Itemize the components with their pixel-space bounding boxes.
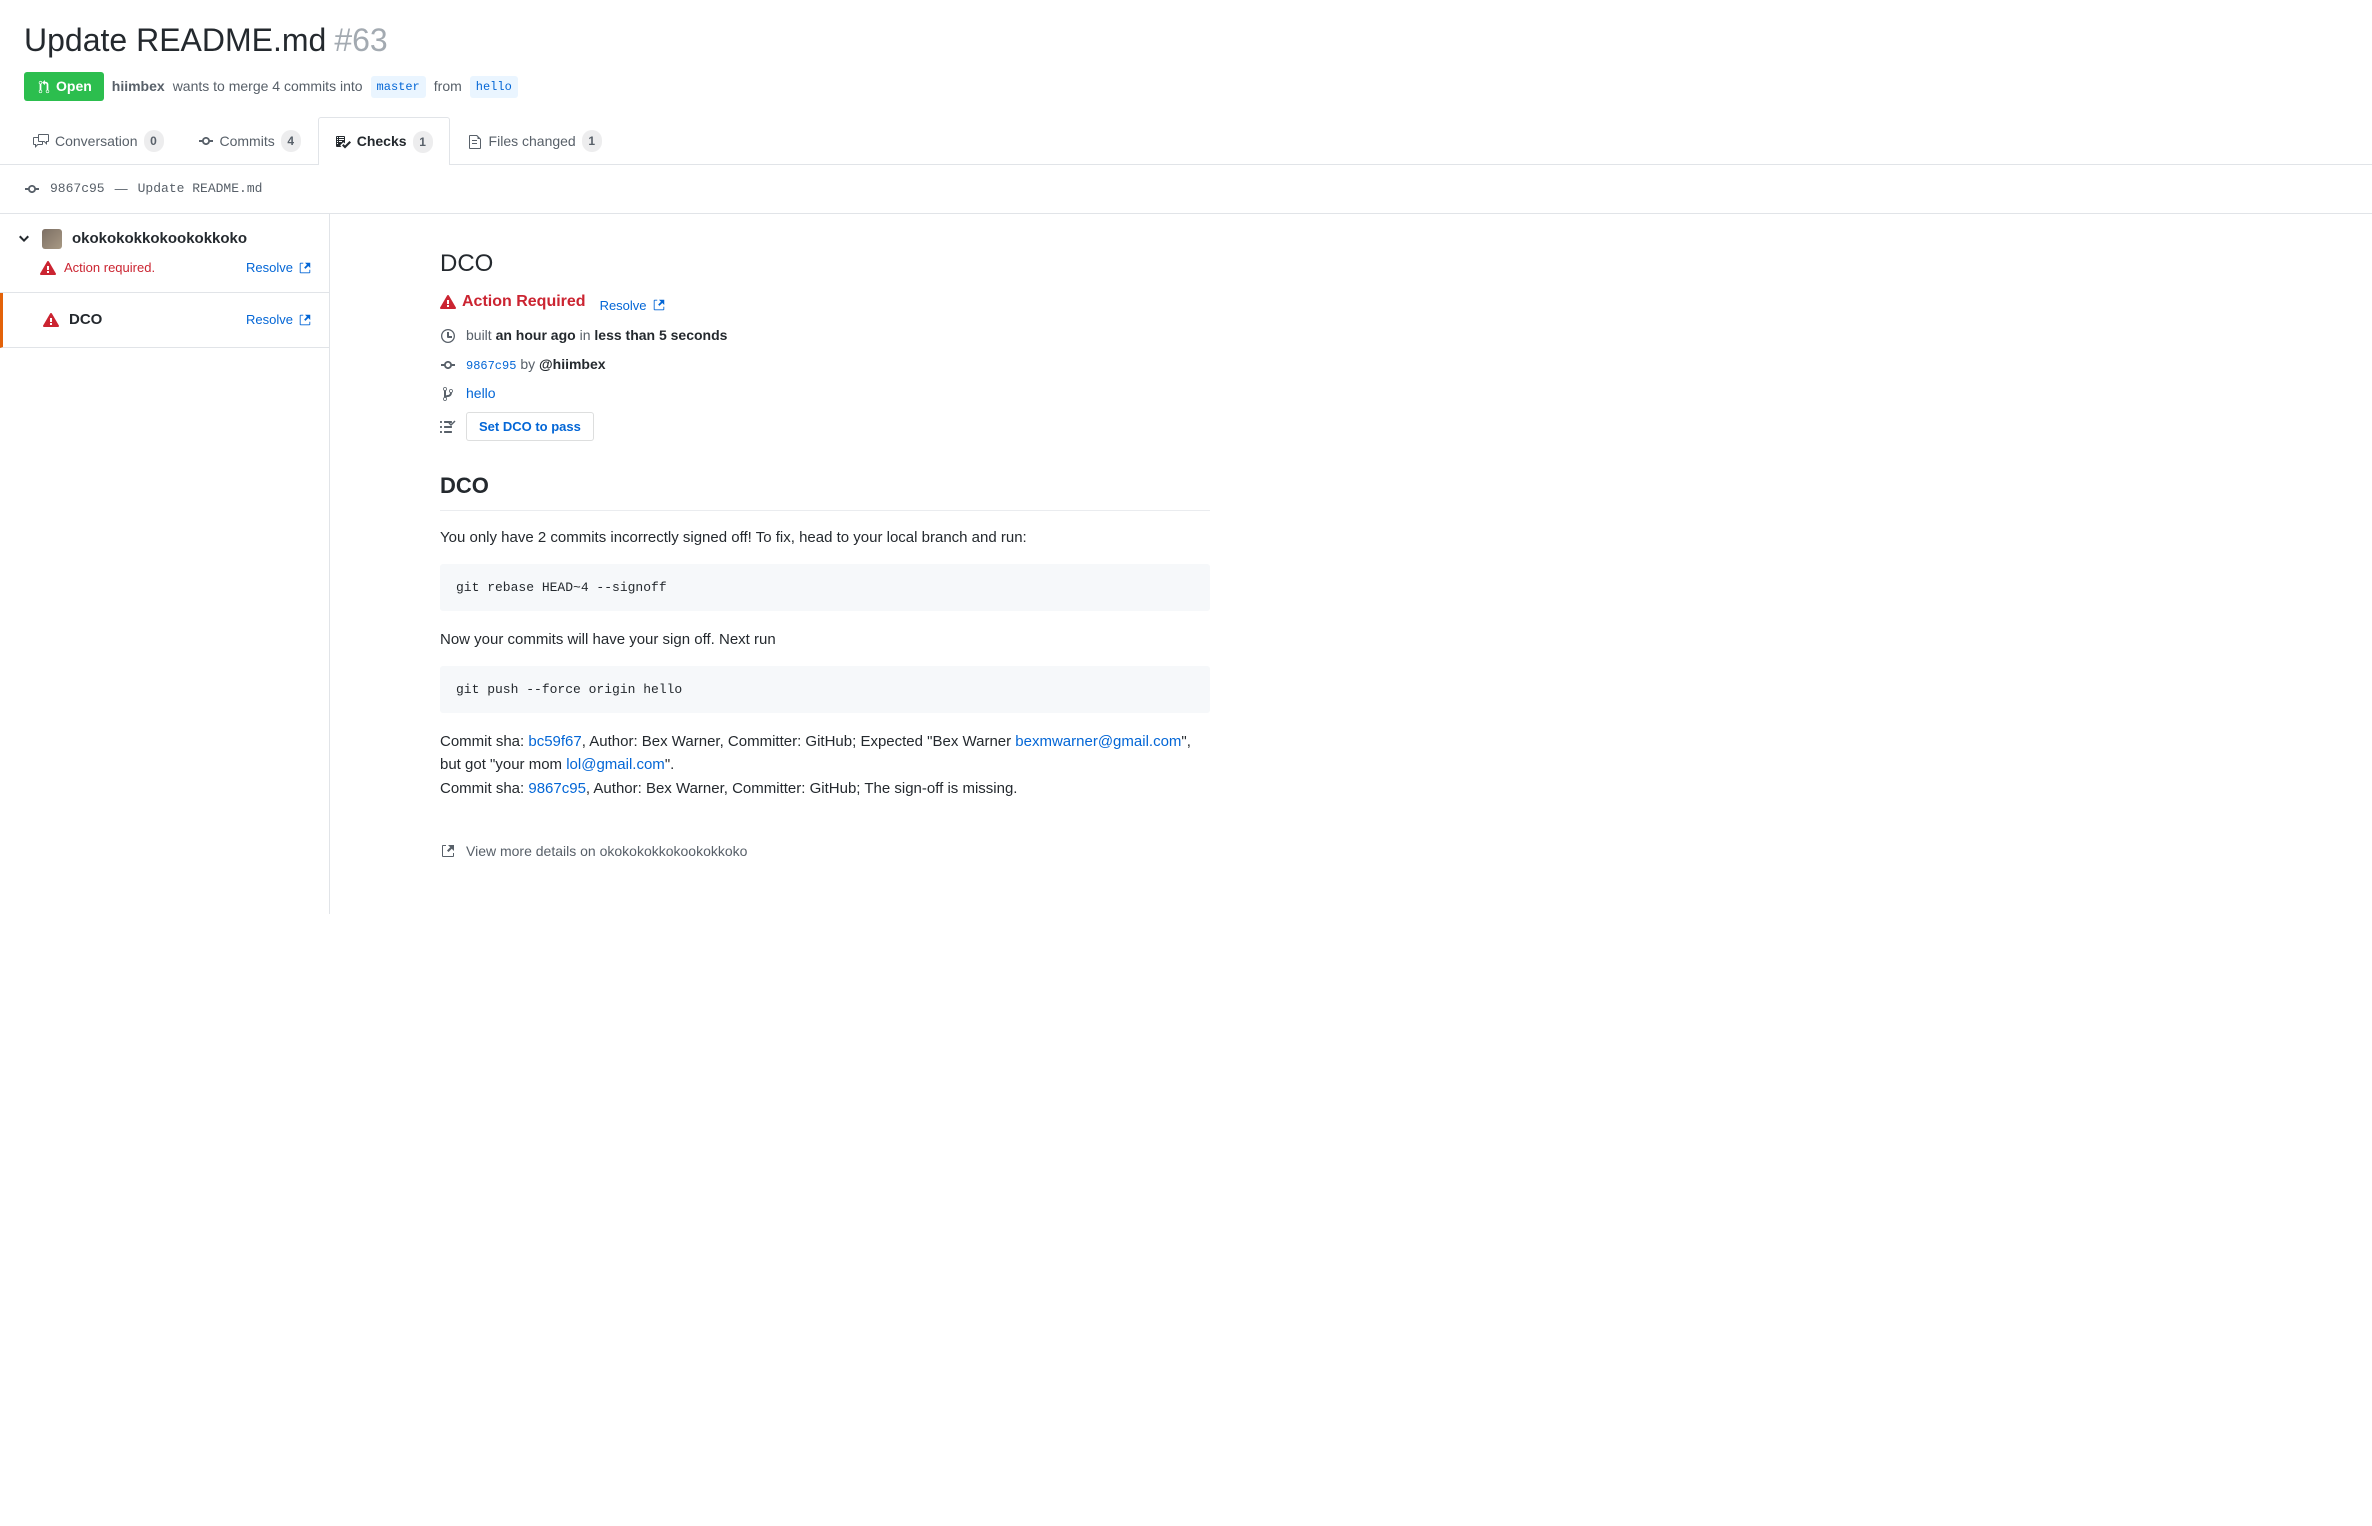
- from-text: from: [434, 76, 462, 97]
- pr-header: Update README.md #63 Open hiimbex wants …: [0, 0, 2372, 101]
- app-name[interactable]: okokokokkokookokkoko: [72, 228, 247, 251]
- link-external-icon: [297, 260, 313, 276]
- commit-bar: 9867c95 — Update README.md: [0, 165, 2372, 214]
- tab-counter: 4: [281, 130, 301, 152]
- head-branch[interactable]: hello: [470, 76, 518, 98]
- tab-label: Conversation: [55, 131, 138, 152]
- duration: less than 5 seconds: [594, 327, 727, 343]
- tab-label: Commits: [220, 131, 275, 152]
- by-label: by: [520, 356, 535, 372]
- comment-discussion-icon: [33, 133, 49, 149]
- code-block-rebase: git rebase HEAD~4 --signoff: [440, 564, 1210, 612]
- alert-icon: [43, 312, 59, 328]
- chevron-down-icon[interactable]: [16, 231, 32, 247]
- code-block-push: git push --force origin hello: [440, 666, 1210, 714]
- file-diff-icon: [467, 133, 483, 149]
- git-commit-icon: [440, 357, 456, 373]
- clock-icon: [440, 328, 456, 344]
- author-link[interactable]: @hiimbex: [539, 356, 606, 372]
- intro-text: You only have 2 commits incorrectly sign…: [440, 527, 1210, 550]
- resolve-link[interactable]: Resolve: [246, 258, 313, 278]
- check-name: DCO: [69, 309, 102, 332]
- commit-sha-link[interactable]: bc59f67: [528, 733, 581, 750]
- resolve-label: Resolve: [246, 258, 293, 278]
- git-branch-icon: [440, 386, 456, 402]
- email-link[interactable]: bexmwarner@gmail.com: [1015, 733, 1181, 750]
- app-avatar: [42, 229, 62, 249]
- separator: —: [115, 179, 128, 199]
- pr-title: Update README.md: [24, 16, 326, 64]
- check-title: DCO: [440, 246, 1210, 282]
- checklist-icon: [335, 134, 351, 150]
- tab-counter: 0: [144, 130, 164, 152]
- tab-files-changed[interactable]: Files changed 1: [450, 117, 619, 164]
- resolve-link[interactable]: Resolve: [600, 296, 667, 316]
- commit-sha-link[interactable]: 9867c95: [528, 780, 586, 797]
- pr-number: #63: [334, 16, 387, 64]
- tab-conversation[interactable]: Conversation 0: [16, 117, 181, 164]
- merge-text: wants to merge 4 commits into: [173, 76, 363, 97]
- link-external-icon: [651, 297, 667, 313]
- git-commit-icon: [198, 133, 214, 149]
- set-dco-pass-button[interactable]: Set DCO to pass: [466, 412, 594, 441]
- base-branch[interactable]: master: [371, 76, 426, 98]
- view-more-link[interactable]: View more details on okokokokkokookokkok…: [440, 841, 1210, 862]
- commit-sha[interactable]: 9867c95: [50, 179, 105, 199]
- tab-commits[interactable]: Commits 4: [181, 117, 318, 164]
- built-time: an hour ago: [496, 327, 576, 343]
- commit-detail-2: Commit sha: 9867c95, Author: Bex Warner,…: [440, 778, 1210, 801]
- list-icon: [440, 419, 456, 435]
- tab-nav: Conversation 0 Commits 4 Checks 1 Files …: [0, 117, 2372, 165]
- section-title: DCO: [440, 469, 1210, 511]
- link-external-icon: [297, 312, 313, 328]
- email-link[interactable]: lol@gmail.com: [566, 756, 665, 773]
- commit-message: Update README.md: [138, 179, 263, 199]
- tab-label: Files changed: [489, 131, 576, 152]
- tab-counter: 1: [582, 130, 602, 152]
- link-external-icon: [440, 843, 456, 859]
- commit-detail-1: Commit sha: bc59f67, Author: Bex Warner,…: [440, 731, 1210, 776]
- status-label: Action Required: [462, 290, 586, 314]
- built-in: in: [580, 327, 591, 343]
- git-pull-request-icon: [36, 79, 52, 95]
- branch-link[interactable]: hello: [466, 383, 496, 404]
- built-prefix: built: [466, 327, 492, 343]
- tab-checks[interactable]: Checks 1: [318, 117, 450, 165]
- state-badge-label: Open: [56, 76, 92, 97]
- checks-sidebar: okokokokkokookokkoko Action required. Re…: [0, 214, 330, 914]
- resolve-label: Resolve: [600, 296, 647, 316]
- git-commit-icon: [24, 181, 40, 197]
- check-detail-main: DCO Action Required Resolve built a: [330, 214, 1330, 914]
- mid-text: Now your commits will have your sign off…: [440, 629, 1210, 652]
- tab-label: Checks: [357, 131, 407, 152]
- alert-icon: [40, 260, 56, 276]
- status-text: Action required.: [64, 258, 155, 278]
- view-more-label: View more details on okokokokkokookokkok…: [466, 841, 747, 862]
- state-badge-open: Open: [24, 72, 104, 101]
- pr-author[interactable]: hiimbex: [112, 76, 165, 97]
- alert-icon: [440, 294, 456, 310]
- sidebar-check-item-dco[interactable]: DCO Resolve: [0, 293, 329, 349]
- resolve-label: Resolve: [246, 310, 293, 330]
- tab-counter: 1: [413, 131, 433, 153]
- commit-link[interactable]: 9867c95: [466, 359, 516, 373]
- resolve-link[interactable]: Resolve: [246, 310, 313, 330]
